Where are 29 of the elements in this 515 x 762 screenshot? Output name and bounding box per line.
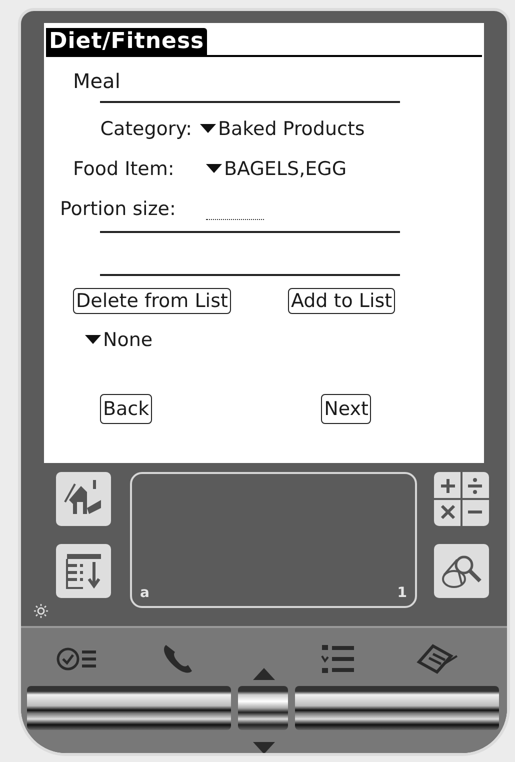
graffiti-letters-label: a — [140, 584, 150, 603]
dropdown-arrow-icon[interactable] — [206, 164, 222, 174]
dropdown-arrow-icon[interactable] — [85, 335, 101, 345]
list-button[interactable]: Delete from List — [73, 288, 231, 314]
nav-button[interactable]: Back — [100, 394, 152, 424]
dropdown-arrow-icon[interactable] — [200, 124, 216, 134]
hardware-button[interactable] — [295, 686, 499, 730]
list-button[interactable]: Add to List — [288, 288, 396, 314]
meal-label: Meal — [73, 69, 120, 93]
nav-button[interactable]: Next — [321, 394, 372, 424]
search-icon[interactable] — [434, 544, 489, 598]
dropdown-value[interactable]: Baked Products — [218, 117, 365, 141]
graffiti-numbers-label: 1 — [397, 584, 407, 603]
form-title: Diet/Fitness — [46, 28, 208, 55]
calculator-icon[interactable] — [434, 472, 489, 526]
dropdown-value[interactable]: None — [103, 328, 153, 352]
field-label: Portion size: — [60, 198, 176, 220]
graffiti-area[interactable]: a 1 — [130, 472, 417, 608]
menu-icon[interactable] — [56, 544, 111, 598]
field-label: Food Item: — [73, 158, 174, 180]
field-label: Category: — [100, 117, 192, 141]
brightness-icon[interactable] — [34, 604, 48, 618]
scroll-button[interactable] — [238, 686, 288, 730]
scroll-down-icon[interactable] — [253, 742, 275, 753]
scroll-up-icon[interactable] — [253, 668, 275, 680]
hardware-button[interactable] — [27, 686, 231, 730]
memo-pencil-icon[interactable] — [415, 642, 459, 676]
dropdown-value[interactable]: BAGELS,EGG — [224, 157, 347, 181]
home-icon[interactable] — [56, 472, 111, 526]
